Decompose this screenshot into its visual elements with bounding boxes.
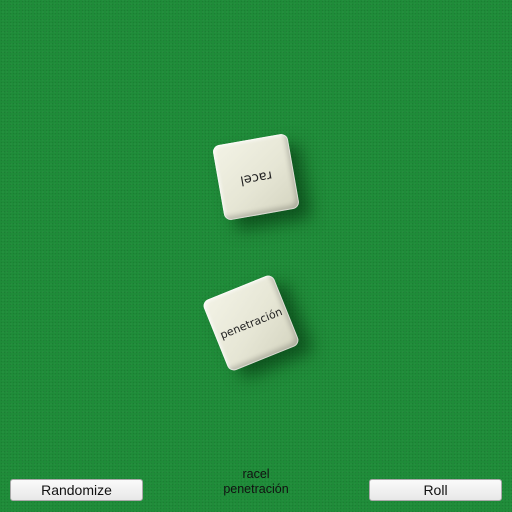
die-face-label: racel [238,166,274,188]
roll-button[interactable]: Roll [369,479,502,501]
die[interactable]: penetración [201,273,301,373]
die[interactable]: racel [211,132,301,222]
randomize-button[interactable]: Randomize [10,479,143,501]
result-line: penetración [223,482,289,496]
roll-results: racel penetración [196,467,316,497]
dice-table: racel penetración [0,0,512,512]
result-line: racel [242,467,270,481]
die-face-label: penetración [218,304,284,342]
